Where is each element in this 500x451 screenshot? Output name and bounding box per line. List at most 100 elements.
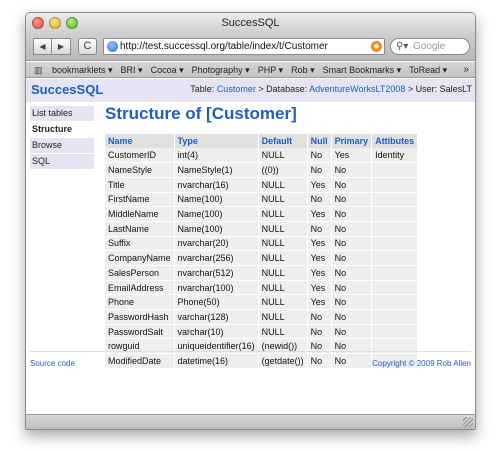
- table-cell: NULL: [258, 177, 308, 193]
- table-cell: Phone(50): [174, 294, 259, 311]
- sidebar-item-browse[interactable]: Browse: [30, 138, 94, 153]
- search-input[interactable]: ⚲▾ Google: [390, 38, 470, 55]
- table-row: MiddleName Name(100) NULL Yes No: [105, 206, 419, 222]
- column-header: Null: [307, 134, 332, 148]
- table-cell: NULL: [258, 294, 308, 311]
- minimize-icon[interactable]: [49, 17, 61, 29]
- nav-buttons: ◀ ▶: [33, 38, 71, 55]
- bookmark-item[interactable]: Smart Bookmarks ▾: [323, 62, 402, 78]
- title-bar: SuccesSQL: [26, 13, 475, 33]
- bookmark-item[interactable]: PHP ▾: [258, 62, 283, 78]
- table-cell: Title: [105, 177, 175, 193]
- forward-button[interactable]: ▶: [52, 38, 71, 55]
- table-cell: nvarchar(256): [174, 250, 259, 266]
- bookmark-item[interactable]: Cocoa ▾: [151, 62, 184, 78]
- table-row: FirstName Name(100) NULL No No: [105, 192, 419, 208]
- table-cell: No: [331, 265, 373, 281]
- address-bar[interactable]: http://test.successql.org/table/index/t/…: [103, 38, 385, 55]
- table-cell: PasswordSalt: [105, 324, 175, 340]
- table-row: PasswordSalt varchar(10) NULL No No: [105, 324, 419, 340]
- table-cell: Suffix: [105, 236, 175, 252]
- page-title: Structure of [Customer]: [105, 104, 297, 123]
- resize-grip-icon[interactable]: [463, 417, 473, 427]
- table-cell: nvarchar(16): [174, 177, 259, 193]
- structure-table: Name Type Default Null Primary Attibutes Cust…: [105, 134, 419, 369]
- table-cell: varchar(10): [174, 324, 259, 340]
- table-cell: [371, 309, 419, 325]
- table-cell: NameStyle: [105, 162, 175, 178]
- table-row: LastName Name(100) NULL No No: [105, 221, 419, 237]
- table-cell: [371, 280, 419, 296]
- table-cell: No: [307, 162, 332, 178]
- table-cell: Identity: [371, 148, 419, 164]
- breadcrumb-table-label: Table:: [190, 84, 215, 94]
- bookmark-item[interactable]: bookmarklets ▾: [52, 62, 113, 78]
- copyright-link[interactable]: Copyright © 2009 Rob Allen: [372, 359, 471, 368]
- table-cell: No: [307, 221, 332, 237]
- table-cell: Name(100): [174, 206, 259, 222]
- table-cell: Yes: [307, 265, 332, 281]
- table-cell: varchar(128): [174, 309, 259, 325]
- table-cell: Phone: [105, 294, 175, 311]
- table-cell: No: [331, 250, 373, 266]
- table-cell: [371, 206, 419, 222]
- address-text: http://test.successql.org/table/index/t/…: [120, 41, 328, 52]
- window-controls: [32, 17, 78, 29]
- bookmarks-bar: ▥ bookmarklets ▾ BRI ▾ Cocoa ▾ Photography …: [26, 62, 475, 78]
- browser-toolbar: ◀ ▶ C http://test.successql.org/table/in…: [26, 33, 475, 61]
- bookmarks-book-icon[interactable]: ▥: [34, 65, 46, 75]
- table-cell: [371, 221, 419, 237]
- table-cell: NULL: [258, 324, 308, 340]
- table-cell: No: [307, 148, 332, 164]
- table-cell: NULL: [258, 280, 308, 296]
- app-logo[interactable]: SuccesSQL: [31, 82, 103, 97]
- breadcrumb-table-link[interactable]: Customer: [217, 84, 256, 94]
- close-icon[interactable]: [32, 17, 44, 29]
- zoom-icon[interactable]: [66, 17, 78, 29]
- table-header-row: Name Type Default Null Primary Attibutes: [105, 134, 419, 148]
- table-row: SalesPerson nvarchar(512) NULL Yes No: [105, 265, 419, 281]
- table-cell: No: [307, 309, 332, 325]
- breadcrumb: Table: Customer > Database: AdventureWor…: [190, 84, 472, 94]
- table-cell: No: [331, 177, 373, 193]
- table-cell: [371, 192, 419, 208]
- bookmark-item[interactable]: BRI ▾: [121, 62, 143, 78]
- table-cell: Yes: [307, 250, 332, 266]
- table-cell: NameStyle(1): [174, 162, 259, 178]
- reload-button[interactable]: C: [78, 38, 97, 55]
- sidebar-item-structure[interactable]: Structure: [30, 122, 94, 137]
- table-cell: [371, 250, 419, 266]
- source-code-link[interactable]: Source code: [30, 359, 75, 368]
- table-cell: [371, 236, 419, 252]
- table-cell: No: [331, 221, 373, 237]
- window-title: SuccesSQL: [221, 17, 280, 29]
- bookmark-item[interactable]: Photography ▾: [192, 62, 250, 78]
- sidebar-item-list-tables[interactable]: List tables: [30, 106, 94, 121]
- breadcrumb-user-label: > User: SalesLT: [407, 84, 472, 94]
- table-cell: NULL: [258, 192, 308, 208]
- sidebar-item-sql[interactable]: SQL: [30, 154, 94, 169]
- table-cell: NULL: [258, 148, 308, 164]
- search-placeholder: Google: [413, 41, 446, 52]
- search-icon: ⚲▾: [396, 41, 409, 52]
- table-cell: No: [331, 309, 373, 325]
- table-cell: ((0)): [258, 162, 308, 178]
- bookmark-item[interactable]: Rob ▾: [291, 62, 315, 78]
- sidebar: List tables Structure Browse SQL: [30, 106, 94, 170]
- rss-icon[interactable]: ◉: [371, 41, 382, 52]
- column-header: Attibutes: [371, 134, 419, 148]
- bookmark-item[interactable]: ToRead ▾: [409, 62, 447, 78]
- table-row: Suffix nvarchar(20) NULL Yes No: [105, 236, 419, 252]
- back-button[interactable]: ◀: [33, 38, 52, 55]
- table-row: NameStyle NameStyle(1) ((0)) No No: [105, 162, 419, 178]
- breadcrumb-database-link[interactable]: AdventureWorksLT2008: [309, 84, 405, 94]
- table-cell: NULL: [258, 221, 308, 237]
- table-cell: No: [331, 192, 373, 208]
- table-cell: No: [331, 280, 373, 296]
- column-header: Name: [105, 134, 175, 148]
- table-cell: MiddleName: [105, 206, 175, 222]
- globe-icon: [107, 41, 118, 52]
- overflow-chevron-icon[interactable]: »: [463, 62, 469, 78]
- table-cell: No: [331, 294, 373, 311]
- table-cell: No: [331, 236, 373, 252]
